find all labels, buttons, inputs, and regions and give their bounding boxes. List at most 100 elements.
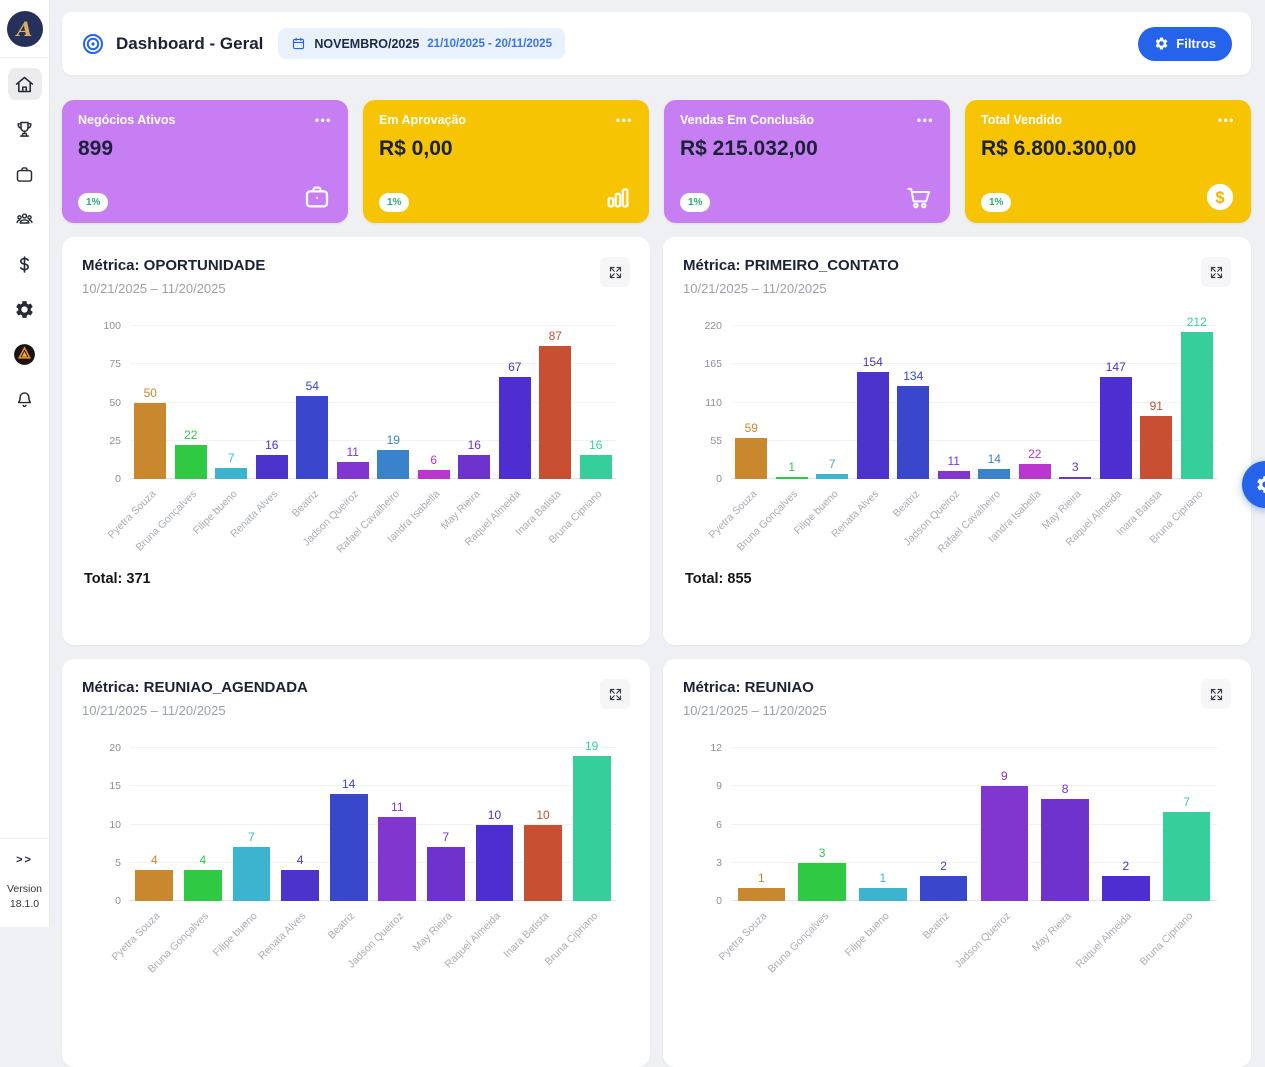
bar[interactable] xyxy=(476,825,514,902)
bar[interactable] xyxy=(1140,416,1172,479)
x-axis-slot: May Rieira xyxy=(1035,905,1096,981)
bar[interactable] xyxy=(378,817,416,901)
bar[interactable] xyxy=(377,450,409,479)
bar[interactable] xyxy=(978,469,1010,479)
bar-slot: 154 xyxy=(853,326,894,479)
bar[interactable] xyxy=(1019,464,1051,479)
bar-value-label: 147 xyxy=(1106,360,1126,374)
bar[interactable] xyxy=(1041,799,1088,901)
bar[interactable] xyxy=(1059,477,1091,479)
bar[interactable] xyxy=(175,445,207,479)
bar-value-label: 6 xyxy=(430,453,437,467)
bar[interactable] xyxy=(330,794,368,901)
bar[interactable] xyxy=(524,825,562,902)
sidebar-item-finance[interactable] xyxy=(8,248,42,280)
bar[interactable] xyxy=(1181,332,1213,479)
bar-slot: 50 xyxy=(130,326,171,479)
bar[interactable] xyxy=(735,438,767,479)
bar[interactable] xyxy=(920,876,967,902)
bar[interactable] xyxy=(458,455,490,479)
bar[interactable] xyxy=(233,847,271,901)
divider xyxy=(0,57,49,58)
bar[interactable] xyxy=(859,888,906,901)
bar[interactable] xyxy=(215,468,247,479)
chart-title: Métrica: PRIMEIRO_CONTATO xyxy=(683,257,899,274)
bar[interactable] xyxy=(857,372,889,479)
x-axis-label: Pyetra Souza xyxy=(717,910,770,963)
bar[interactable] xyxy=(256,455,288,479)
kpi-menu-icon[interactable]: ••• xyxy=(1218,114,1235,126)
bar[interactable] xyxy=(281,870,319,901)
bar-value-label: 154 xyxy=(863,355,883,369)
expand-icon[interactable] xyxy=(600,257,630,287)
bar-slot: 147 xyxy=(1096,326,1137,479)
page-header: Dashboard - Geral NOVEMBRO/2025 21/10/20… xyxy=(62,12,1251,75)
briefcase-icon xyxy=(14,164,35,185)
home-icon xyxy=(14,74,35,95)
y-tick-label: 0 xyxy=(115,895,121,907)
bar[interactable] xyxy=(776,477,808,479)
kpi-card: Negócios Ativos•••8991% xyxy=(62,100,348,223)
bar[interactable] xyxy=(427,847,465,901)
bar[interactable] xyxy=(897,386,929,479)
sidebar-expand-button[interactable]: >> xyxy=(16,839,33,874)
gear-icon xyxy=(1255,474,1265,495)
kpi-percent-badge: 1% xyxy=(680,193,710,212)
chart-card: Métrica: OPORTUNIDADE10/21/2025 – 11/20/… xyxy=(62,237,650,645)
bar-value-label: 50 xyxy=(144,386,157,400)
bar[interactable] xyxy=(1163,812,1210,901)
sidebar-item-notifications[interactable] xyxy=(8,383,42,415)
bar[interactable] xyxy=(296,396,328,479)
bar[interactable] xyxy=(981,786,1028,901)
bell-icon xyxy=(14,389,35,410)
filters-button[interactable]: Filtros xyxy=(1138,27,1232,61)
chart-total: Total: 371 xyxy=(84,571,630,587)
chart-subtitle: 10/21/2025 – 11/20/2025 xyxy=(82,281,265,296)
bar[interactable] xyxy=(938,471,970,479)
bar-value-label: 54 xyxy=(306,379,319,393)
chart-card: Métrica: PRIMEIRO_CONTATO10/21/2025 – 11… xyxy=(663,237,1251,645)
kpi-menu-icon[interactable]: ••• xyxy=(917,114,934,126)
bar[interactable] xyxy=(539,346,571,479)
bar[interactable] xyxy=(337,462,369,479)
bar[interactable] xyxy=(499,377,531,480)
bar[interactable] xyxy=(1100,377,1132,479)
bar-value-label: 1 xyxy=(788,460,795,474)
bar[interactable] xyxy=(184,870,222,901)
bar[interactable] xyxy=(1102,876,1149,902)
bar[interactable] xyxy=(798,863,845,901)
bar-slot: 7 xyxy=(227,748,276,901)
expand-icon[interactable] xyxy=(1201,257,1231,287)
sidebar-item-settings[interactable] xyxy=(8,293,42,325)
sidebar-item-briefcase[interactable] xyxy=(8,158,42,190)
sidebar-item-brand[interactable] xyxy=(8,338,42,370)
x-axis-slot: Pyetra Souza xyxy=(731,905,792,981)
period-selector[interactable]: NOVEMBRO/2025 21/10/2025 - 20/11/2025 xyxy=(278,28,565,59)
bar-slot: 7 xyxy=(211,326,252,479)
sidebar-item-users[interactable] xyxy=(8,203,42,235)
y-tick-label: 100 xyxy=(103,320,121,332)
bar-value-label: 1 xyxy=(880,871,887,885)
bar-slot: 3 xyxy=(1055,326,1096,479)
bar[interactable] xyxy=(134,403,166,480)
y-tick-label: 25 xyxy=(109,435,121,447)
bar[interactable] xyxy=(738,888,785,901)
kpi-menu-icon[interactable]: ••• xyxy=(616,114,633,126)
expand-icon[interactable] xyxy=(600,679,630,709)
kpi-menu-icon[interactable]: ••• xyxy=(315,114,332,126)
x-axis-labels: Pyetra SouzaBruna GonçalvesFilipe buenoR… xyxy=(731,483,1217,559)
sidebar-item-home[interactable] xyxy=(8,68,42,100)
y-tick-label: 10 xyxy=(109,819,121,831)
bar[interactable] xyxy=(573,756,611,901)
bar[interactable] xyxy=(580,455,612,479)
bar[interactable] xyxy=(135,870,173,901)
sidebar-item-trophy[interactable] xyxy=(8,113,42,145)
bar[interactable] xyxy=(418,470,450,479)
y-tick-label: 110 xyxy=(705,397,722,409)
expand-icon[interactable] xyxy=(1201,679,1231,709)
bar-slot: 10 xyxy=(519,748,568,901)
y-tick-label: 165 xyxy=(704,358,722,370)
bar-slot: 19 xyxy=(567,748,616,901)
version-number: 18.1.0 xyxy=(7,897,42,913)
bar[interactable] xyxy=(816,474,848,479)
